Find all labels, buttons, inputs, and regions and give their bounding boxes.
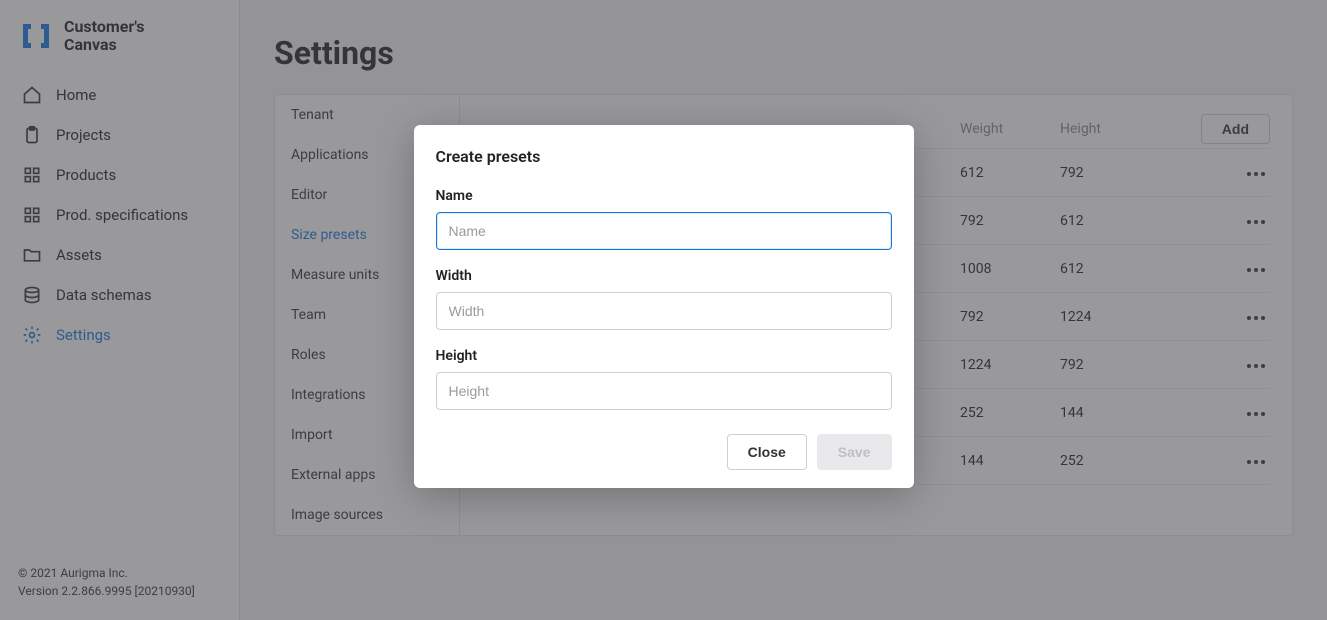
modal-title: Create presets bbox=[436, 147, 892, 166]
save-button[interactable]: Save bbox=[817, 434, 892, 470]
width-input[interactable] bbox=[436, 292, 892, 330]
close-button[interactable]: Close bbox=[727, 434, 807, 470]
name-label: Name bbox=[436, 188, 892, 204]
modal-actions: Close Save bbox=[436, 434, 892, 470]
height-label: Height bbox=[436, 348, 892, 364]
name-input[interactable] bbox=[436, 212, 892, 250]
modal-overlay[interactable]: Create presets Name Width Height Close S… bbox=[0, 0, 1327, 620]
height-input[interactable] bbox=[436, 372, 892, 410]
create-preset-modal: Create presets Name Width Height Close S… bbox=[414, 125, 914, 488]
width-label: Width bbox=[436, 268, 892, 284]
